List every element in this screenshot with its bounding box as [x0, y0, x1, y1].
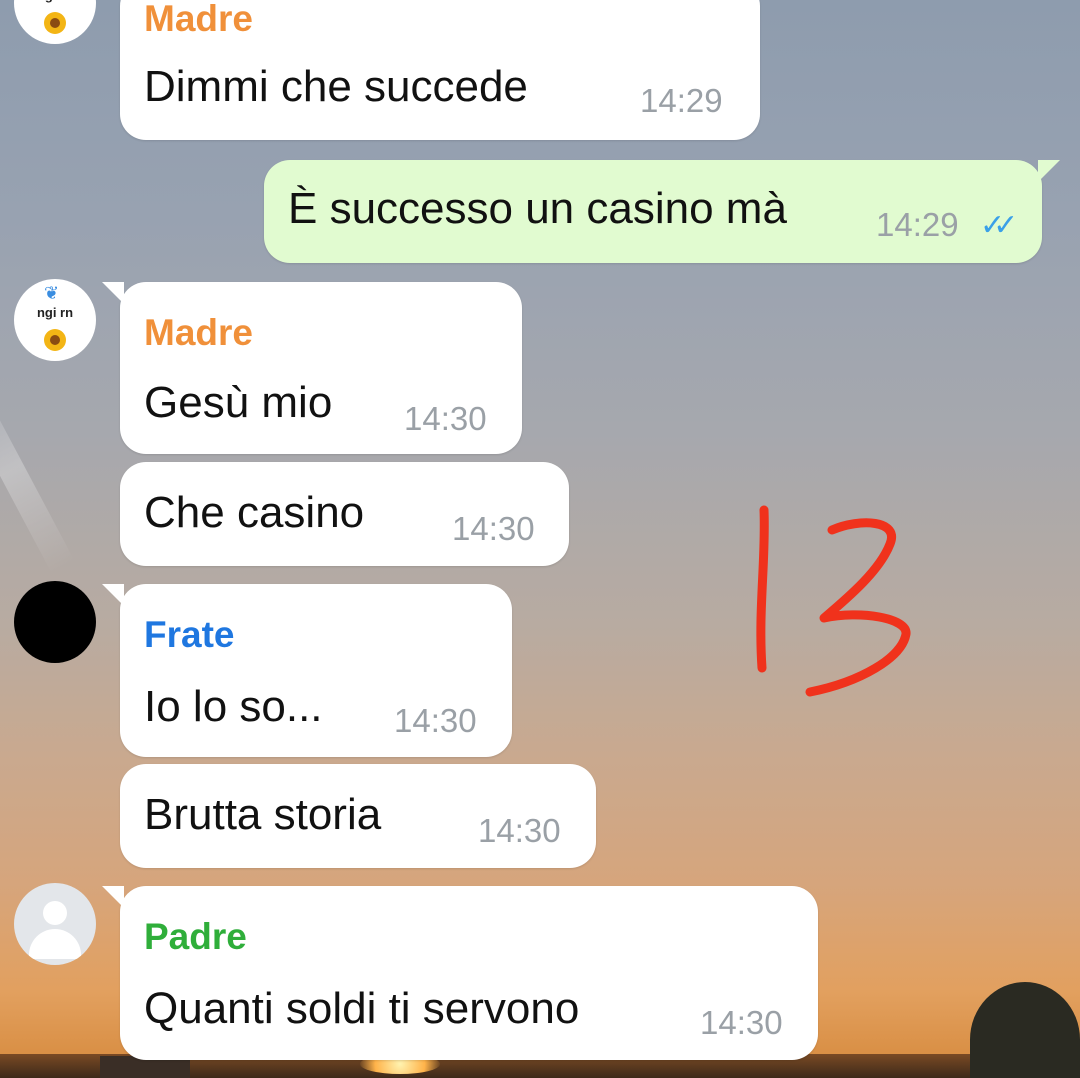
frate-avatar[interactable] [14, 581, 96, 663]
message-time: 14:30 [700, 1004, 783, 1041]
madre-avatar[interactable]: ❦ ngi rn [14, 279, 96, 361]
message-bubble-incoming[interactable]: Che casino 14:30 [120, 462, 569, 566]
padre-avatar[interactable] [14, 883, 96, 965]
message-time: 14:30 [394, 702, 477, 739]
tree-silhouette [970, 982, 1080, 1078]
madre-avatar[interactable]: ngi rn [14, 0, 96, 44]
message-time: 14:30 [452, 510, 535, 547]
butterfly-icon: ❦ [44, 283, 60, 303]
message-text: Brutta storia [144, 790, 382, 839]
message-text: Quanti soldi ti servono [144, 984, 580, 1033]
message-text: È successo un casino mà [288, 184, 787, 233]
handwritten-annotation-13 [756, 505, 911, 697]
message-bubble-incoming[interactable]: Frate Io lo so... 14:30 [102, 584, 512, 757]
sender-name: Madre [144, 0, 253, 39]
message-time: 14:29 [640, 82, 723, 119]
sky-light-ray [0, 366, 75, 574]
sticker-text: ngi rn [36, 305, 74, 320]
sunflower-icon [44, 329, 66, 351]
read-receipt-icon: ✓✓ [980, 209, 1018, 242]
sender-name: Frate [144, 614, 235, 655]
message-time: 14:30 [404, 400, 487, 437]
message-bubble-outgoing[interactable]: È successo un casino mà 14:29 ✓✓ [264, 160, 1060, 263]
message-bubble-incoming[interactable]: Brutta storia 14:30 [120, 764, 596, 868]
sender-name: Madre [144, 312, 253, 353]
message-text: Dimmi che succede [144, 62, 528, 111]
message-text: Gesù mio [144, 378, 333, 427]
person-head-icon [43, 901, 67, 925]
message-time: 14:29 [876, 206, 959, 243]
message-bubble-incoming[interactable]: Madre Dimmi che succede 14:29 [120, 0, 760, 140]
sticker-text: ngi rn [14, 0, 96, 3]
person-body-icon [29, 929, 81, 959]
message-text: Che casino [144, 488, 365, 537]
message-time: 14:30 [478, 812, 561, 849]
sunflower-icon [44, 12, 66, 34]
message-bubble-incoming[interactable]: Madre Gesù mio 14:30 [102, 282, 522, 454]
message-bubble-incoming[interactable]: Padre Quanti soldi ti servono 14:30 [102, 886, 818, 1060]
message-text: Io lo so... [144, 682, 323, 731]
sender-name: Padre [144, 916, 247, 957]
